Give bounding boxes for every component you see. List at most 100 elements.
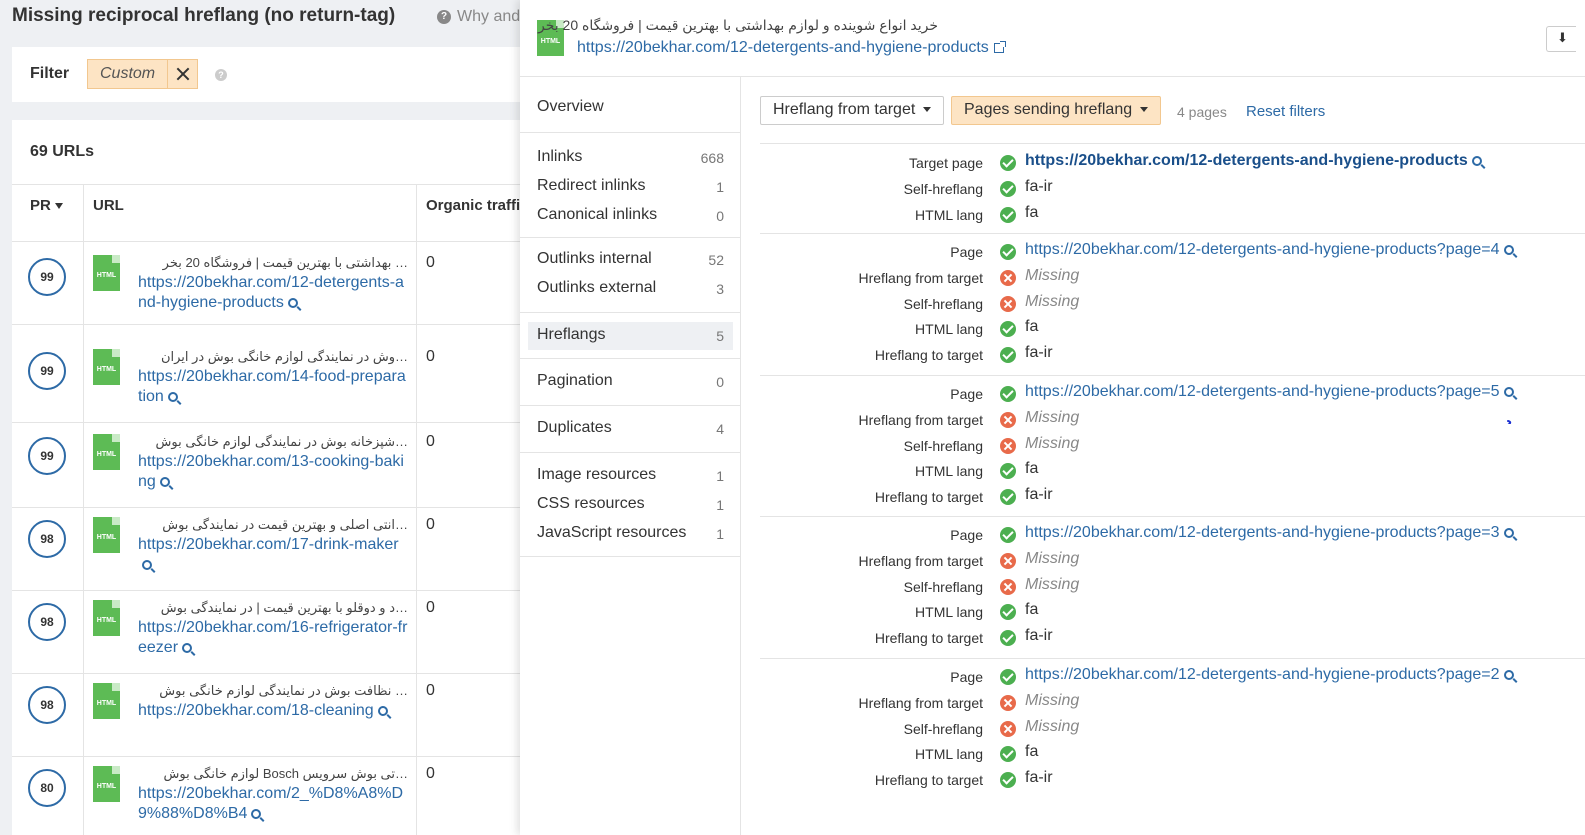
error-icon — [1000, 720, 1016, 737]
hreflang-to-target-value: fa-ir — [1025, 344, 1053, 362]
search-icon[interactable] — [167, 391, 178, 402]
nav-group-hreflangs: Hreflangs 5 — [520, 313, 741, 359]
search-icon[interactable] — [1471, 155, 1482, 166]
check-icon — [1000, 386, 1016, 402]
export-button[interactable] — [1546, 26, 1576, 52]
nav-item-duplicates[interactable]: Duplicates 4 — [528, 415, 733, 443]
column-header-organic-traffic[interactable]: Organic traffi — [426, 197, 520, 214]
row-page-title: …وش در نمایندگی لوازم خانگی بوش در ایران — [160, 349, 408, 364]
row-page-title: … نظافت بوش در نمایندگی لوازم خانگی بوش — [159, 683, 408, 698]
row-url-link[interactable]: https://20bekhar.com/18-cleaning — [138, 701, 410, 721]
search-icon[interactable] — [1503, 386, 1514, 397]
hreflang-from-target-label: Hreflang from target — [858, 694, 984, 711]
page-url-text: https://20bekhar.com/12-detergents-and-h… — [1025, 666, 1500, 683]
self-hreflang-value: fa-ir — [1025, 178, 1053, 195]
page-url-link[interactable]: https://20bekhar.com/12-detergents-and-h… — [1025, 383, 1514, 401]
check-icon — [1000, 527, 1016, 543]
hreflang-from-target-label: Hreflang from target — [858, 411, 984, 428]
pr-score: 98 — [28, 603, 66, 641]
page-url-link[interactable]: https://20bekhar.com/12-detergents-and-h… — [1025, 241, 1514, 259]
nav-item-overview[interactable]: Overview — [528, 94, 733, 122]
check-icon — [1000, 669, 1016, 685]
page-label: Page — [950, 386, 983, 402]
hreflang-from-target-value: Missing — [1025, 691, 1080, 709]
search-icon[interactable] — [377, 705, 388, 716]
nav-item-outlinks-internal[interactable]: Outlinks internal 52 — [528, 246, 733, 274]
page-label: Page — [950, 244, 983, 260]
nav-item-label: CSS resources — [537, 495, 645, 512]
row-organic-traffic: 0 — [426, 433, 435, 450]
reset-filters-link[interactable]: Reset filters — [1246, 103, 1325, 120]
row-url-link[interactable]: https://20bekhar.com/13-cooking-baking — [138, 452, 410, 492]
column-header-url: URL — [93, 197, 124, 214]
urls-table: 69 URLs PR URL Organic traffi 99 HTML … به… — [12, 120, 560, 835]
target-page-link[interactable]: https://20bekhar.com/12-detergents-and-h… — [1025, 152, 1482, 170]
file-type-label: HTML — [540, 38, 561, 45]
nav-item-pagination[interactable]: Pagination 0 — [528, 368, 733, 396]
search-icon[interactable] — [1503, 669, 1514, 680]
pages-sending-hreflang-dropdown[interactable]: Pages sending hreflang — [951, 96, 1162, 125]
hreflang-to-target-value: fa-ir — [1025, 486, 1053, 504]
nav-item-hreflangs[interactable]: Hreflangs 5 — [528, 322, 733, 350]
html-lang-row: HTML lang fa — [760, 600, 1585, 626]
search-icon[interactable] — [159, 476, 170, 487]
row-url-link[interactable]: https://20bekhar.com/2_%D8%A8%D9%88%D8%B… — [138, 784, 410, 824]
help-link[interactable]: ? Why and — [437, 8, 520, 26]
search-icon[interactable] — [182, 642, 193, 653]
row-url-text: https://20bekhar.com/12-detergents-and-h… — [138, 274, 404, 311]
file-type-label: HTML — [96, 451, 117, 458]
search-icon[interactable] — [1503, 244, 1514, 255]
row-url-link[interactable]: https://20bekhar.com/12-detergents-and-h… — [138, 273, 410, 313]
close-icon[interactable] — [167, 60, 197, 88]
nav-item-css-resources[interactable]: CSS resources 1 — [528, 491, 733, 519]
file-type-label: HTML — [96, 617, 117, 624]
column-header-pr[interactable]: PR — [30, 197, 63, 214]
nav-item-canonical-inlinks[interactable]: Canonical inlinks 0 — [528, 202, 733, 230]
row-url-link[interactable]: https://20bekhar.com/16-refrigerator-fre… — [138, 618, 410, 658]
search-icon[interactable] — [142, 559, 152, 570]
search-icon[interactable] — [287, 297, 298, 308]
hreflang-from-target-dropdown[interactable]: Hreflang from target — [760, 96, 945, 125]
nav-item-redirect-inlinks[interactable]: Redirect inlinks 1 — [528, 173, 733, 201]
table-row: 98 HTML …د و دوقلو با بهترین قیمت | در نما… — [12, 591, 560, 674]
row-page-title: …شپزخانه بوش در نمایندگی لوازم خانگی بوش — [155, 434, 408, 449]
html-lang-label: HTML lang — [915, 207, 983, 223]
nav-item-label: Image resources — [537, 466, 657, 483]
page-url-link[interactable]: https://20bekhar.com/12-detergents-and-h… — [1025, 666, 1514, 684]
nav-item-outlinks-external[interactable]: Outlinks external 3 — [528, 275, 733, 303]
html-file-icon: HTML — [93, 683, 120, 719]
nav-item-count: 1 — [716, 179, 724, 195]
question-icon[interactable]: ? — [215, 69, 227, 81]
self-hreflang-label: Self-hreflang — [903, 295, 983, 312]
page-url-link[interactable]: https://20bekhar.com/12-detergents-and-h… — [577, 39, 1006, 57]
check-icon — [1000, 604, 1016, 621]
page-row: Page https://20bekhar.com/12-detergents-a… — [760, 240, 1585, 266]
html-file-icon: HTML — [93, 517, 120, 553]
row-url-link[interactable]: https://20bekhar.com/17-drink-maker — [138, 535, 410, 575]
hreflang-from-target-row: Hreflang from target Missing — [760, 549, 1585, 575]
page-url-link[interactable]: https://20bekhar.com/12-detergents-and-h… — [1025, 524, 1514, 542]
error-icon — [1000, 578, 1016, 595]
page-label: Page — [950, 669, 983, 685]
nav-item-javascript-resources[interactable]: JavaScript resources 1 — [528, 520, 733, 548]
external-link-icon — [993, 40, 1006, 53]
html-lang-row: HTML lang fa — [760, 203, 1585, 229]
nav-item-count: 1 — [716, 526, 724, 542]
error-icon — [1000, 694, 1016, 711]
check-icon — [1000, 489, 1016, 506]
page-url-text: https://20bekhar.com/12-detergents-and-h… — [1025, 383, 1500, 400]
nav-item-image-resources[interactable]: Image resources 1 — [528, 462, 733, 490]
html-file-icon: HTML — [93, 255, 120, 291]
row-page-title: … بهداشتی با بهترین قیمت | فروشگاه 20 بخ… — [162, 255, 408, 270]
row-url-link[interactable]: https://20bekhar.com/14-food-preparation — [138, 367, 410, 407]
search-icon[interactable] — [251, 808, 262, 819]
nav-item-inlinks[interactable]: Inlinks 668 — [528, 144, 733, 172]
table-row: 99 HTML …وش در نمایندگی لوازم خانگی بوش در… — [12, 340, 560, 423]
search-icon[interactable] — [1503, 527, 1514, 538]
check-icon — [1000, 347, 1016, 364]
self-hreflang-row: Self-hreflang Missing — [760, 717, 1585, 743]
filter-chip[interactable]: Custom — [87, 59, 199, 89]
html-lang-row: HTML lang fa — [760, 317, 1585, 343]
row-page-title: …تی بوش سرویس Bosch لوازم خانگی بوش — [163, 766, 408, 781]
nav-item-count: 1 — [716, 497, 724, 513]
